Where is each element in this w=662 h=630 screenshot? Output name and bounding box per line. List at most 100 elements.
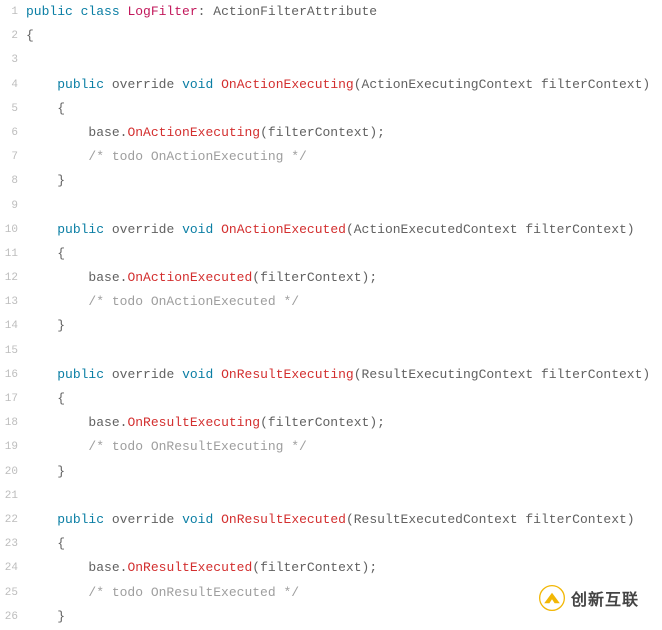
line-number: 13	[0, 290, 24, 314]
code-line: 19 /* todo OnResultExecuting */	[0, 435, 662, 459]
line-number: 11	[0, 242, 24, 266]
token: public	[57, 77, 104, 92]
token: ResultExecutingContext filterContext	[362, 367, 643, 382]
token: )	[642, 77, 650, 92]
token: :	[198, 4, 214, 19]
token: (	[260, 415, 268, 430]
token: /* todo OnResultExecuting */	[88, 439, 306, 454]
token: );	[362, 560, 378, 575]
line-number: 6	[0, 121, 24, 145]
code-line: 11 {	[0, 242, 662, 266]
line-number: 14	[0, 314, 24, 338]
code-line: 5 {	[0, 97, 662, 121]
code-line: 18 base.OnResultExecuting(filterContext)…	[0, 411, 662, 435]
code-content: /* todo OnActionExecuted */	[24, 290, 662, 314]
token: {	[57, 246, 65, 261]
token: }	[57, 464, 65, 479]
token: base	[88, 270, 119, 285]
token: filterContext	[268, 125, 369, 140]
code-content: {	[24, 242, 662, 266]
token: }	[57, 173, 65, 188]
token: OnActionExecuting	[127, 125, 260, 140]
token: OnResultExecuting	[221, 367, 354, 382]
code-line: 1public class LogFilter: ActionFilterAtt…	[0, 0, 662, 24]
code-block: 1public class LogFilter: ActionFilterAtt…	[0, 0, 662, 630]
code-content: public override void OnResultExecuting(R…	[24, 363, 662, 387]
line-number: 10	[0, 218, 24, 242]
code-content: base.OnActionExecuting(filterContext);	[24, 121, 662, 145]
token: void	[182, 222, 213, 237]
code-line: 14 }	[0, 314, 662, 338]
token: void	[182, 367, 213, 382]
line-number: 22	[0, 508, 24, 532]
token: /* todo OnActionExecuting */	[88, 149, 306, 164]
token: OnResultExecuted	[127, 560, 252, 575]
token: (	[252, 560, 260, 575]
code-line: 23 {	[0, 532, 662, 556]
token: public	[57, 512, 104, 527]
code-line: 6 base.OnActionExecuting(filterContext);	[0, 121, 662, 145]
line-number: 16	[0, 363, 24, 387]
line-number: 18	[0, 411, 24, 435]
code-content: }	[24, 169, 662, 193]
code-line: 13 /* todo OnActionExecuted */	[0, 290, 662, 314]
line-number: 2	[0, 24, 24, 48]
watermark: 创新互联	[516, 574, 662, 622]
token: filterContext	[268, 415, 369, 430]
line-number: 12	[0, 266, 24, 290]
code-content: {	[24, 97, 662, 121]
code-line: 3	[0, 48, 662, 72]
token: }	[57, 609, 65, 624]
token: OnActionExecuted	[221, 222, 346, 237]
token: override	[112, 222, 174, 237]
token: base	[88, 125, 119, 140]
token: OnActionExecuting	[221, 77, 354, 92]
token: override	[112, 367, 174, 382]
token: (	[354, 77, 362, 92]
token: {	[57, 391, 65, 406]
code-line: 22 public override void OnResultExecuted…	[0, 508, 662, 532]
line-number: 20	[0, 460, 24, 484]
line-number: 9	[0, 194, 24, 218]
token: (	[252, 270, 260, 285]
token: LogFilter	[127, 4, 197, 19]
code-line: 9	[0, 194, 662, 218]
token: /* todo OnActionExecuted */	[88, 294, 299, 309]
code-line: 12 base.OnActionExecuted(filterContext);	[0, 266, 662, 290]
token: );	[369, 415, 385, 430]
line-number: 5	[0, 97, 24, 121]
token: void	[182, 77, 213, 92]
token: ResultExecutedContext filterContext	[354, 512, 627, 527]
code-line: 2{	[0, 24, 662, 48]
token: (	[346, 222, 354, 237]
line-number: 15	[0, 339, 24, 363]
token: (	[260, 125, 268, 140]
code-line: 4 public override void OnActionExecuting…	[0, 73, 662, 97]
token: /* todo OnResultExecuted */	[88, 585, 299, 600]
code-line: 17 {	[0, 387, 662, 411]
code-content: public override void OnActionExecuted(Ac…	[24, 218, 662, 242]
token: (	[354, 367, 362, 382]
token: base	[88, 415, 119, 430]
watermark-text: 创新互联	[571, 586, 639, 610]
code-line: 10 public override void OnActionExecuted…	[0, 218, 662, 242]
token: base	[88, 560, 119, 575]
token: filterContext	[260, 560, 361, 575]
line-number: 24	[0, 556, 24, 580]
token: override	[112, 77, 174, 92]
token: {	[57, 101, 65, 116]
token: OnActionExecuted	[127, 270, 252, 285]
code-content: base.OnResultExecuting(filterContext);	[24, 411, 662, 435]
line-number: 3	[0, 48, 24, 72]
token: void	[182, 512, 213, 527]
token: }	[57, 318, 65, 333]
token: (	[346, 512, 354, 527]
code-content: public override void OnActionExecuting(A…	[24, 73, 662, 97]
line-number: 26	[0, 605, 24, 629]
token: ActionFilterAttribute	[213, 4, 377, 19]
code-content: {	[24, 532, 662, 556]
line-number: 4	[0, 73, 24, 97]
code-line: 7 /* todo OnActionExecuting */	[0, 145, 662, 169]
code-content: public class LogFilter: ActionFilterAttr…	[24, 0, 662, 24]
code-content: /* todo OnResultExecuting */	[24, 435, 662, 459]
